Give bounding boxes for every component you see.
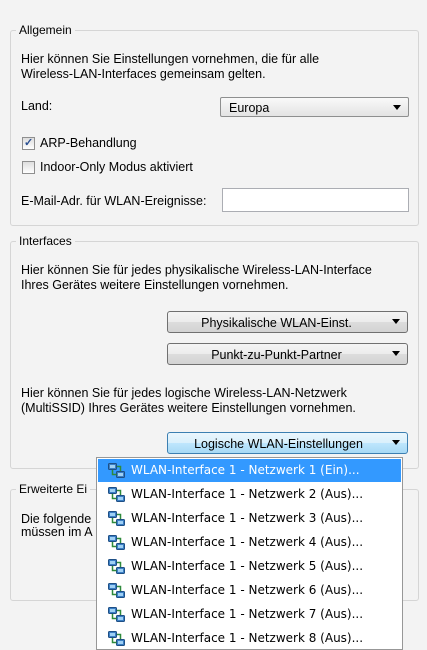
network-icon [108,535,125,550]
general-legend: Allgemein [16,23,75,37]
email-input[interactable] [222,188,409,212]
dropdown-item-label: WLAN-Interface 1 - Netzwerk 3 (Aus)... [131,511,364,525]
arp-label[interactable]: ARP-Behandlung [40,136,137,151]
dropdown-item-label: WLAN-Interface 1 - Netzwerk 6 (Aus)... [131,583,364,597]
physical-description-line2: Ihres Gerätes weitere Einstellungen vorn… [21,278,289,292]
dropdown-item-label: WLAN-Interface 1 - Netzwerk 8 (Aus)... [131,631,364,645]
checkmark-icon: ✓ [24,137,34,149]
chevron-down-icon [392,319,400,324]
dropdown-item[interactable]: WLAN-Interface 1 - Netzwerk 4 (Aus)... [98,531,401,554]
network-icon [108,607,125,622]
arp-checkbox[interactable]: ✓ [22,137,35,150]
logical-wlan-settings-button[interactable]: Logische WLAN-Einstellungen [167,432,408,454]
indoor-label[interactable]: Indoor-Only Modus aktiviert [40,160,193,175]
dropdown-item[interactable]: WLAN-Interface 1 - Netzwerk 6 (Aus)... [98,579,401,602]
network-icon [108,463,125,478]
dropdown-item-label: WLAN-Interface 1 - Netzwerk 2 (Aus)... [131,487,364,501]
general-group: Allgemein Hier können Sie Einstellungen … [10,23,419,226]
chevron-down-icon [393,105,401,110]
general-description-line2: Wireless-LAN-Interfaces gemeinsam gelten… [21,67,266,81]
physical-description-line1: Hier können Sie für jedes physikalische … [21,263,372,277]
logical-description-line1: Hier können Sie für jedes logische Wirel… [21,386,347,400]
country-select[interactable]: Europa [220,97,409,117]
email-label: E-Mail-Adr. für WLAN-Ereignisse: [21,194,207,208]
dropdown-item-label: WLAN-Interface 1 - Netzwerk 5 (Aus)... [131,559,364,573]
dropdown-item-label: WLAN-Interface 1 - Netzwerk 4 (Aus)... [131,535,364,549]
logical-networks-dropdown: WLAN-Interface 1 - Netzwerk 1 (Ein)... WL… [96,457,403,650]
dropdown-item[interactable]: WLAN-Interface 1 - Netzwerk 7 (Aus)... [98,603,401,626]
general-description-line1: Hier können Sie Einstellungen vornehmen,… [21,52,320,66]
indoor-checkbox[interactable] [22,161,35,174]
country-label: Land: [21,99,53,113]
advanced-description-line2: müssen im A [21,525,93,539]
logical-wlan-settings-label: Logische WLAN-Einstellungen [194,437,363,451]
dropdown-item[interactable]: WLAN-Interface 1 - Netzwerk 5 (Aus)... [98,555,401,578]
network-icon [108,487,125,502]
physical-wlan-settings-label: Physikalische WLAN-Einst. [201,316,352,330]
advanced-legend: Erweiterte Ei [16,482,91,496]
physical-wlan-settings-button[interactable]: Physikalische WLAN-Einst. [167,311,408,333]
interfaces-legend: Interfaces [16,234,75,248]
dropdown-item-label: WLAN-Interface 1 - Netzwerk 1 (Ein)... [131,463,360,477]
dropdown-item[interactable]: WLAN-Interface 1 - Netzwerk 3 (Aus)... [98,507,401,530]
network-icon [108,559,125,574]
country-value: Europa [229,101,270,115]
p2p-partner-button[interactable]: Punkt-zu-Punkt-Partner [167,343,408,365]
logical-description-line2: (MultiSSID) Ihres Gerätes weitere Einste… [21,401,356,415]
network-icon [108,511,125,526]
p2p-partner-label: Punkt-zu-Punkt-Partner [211,348,342,362]
interfaces-group: Interfaces Hier können Sie für jedes phy… [10,234,419,469]
dropdown-item-label: WLAN-Interface 1 - Netzwerk 7 (Aus)... [131,607,364,621]
chevron-down-icon [392,440,400,445]
dropdown-item[interactable]: WLAN-Interface 1 - Netzwerk 1 (Ein)... [98,459,401,482]
network-icon [108,631,125,646]
chevron-down-icon [392,351,400,356]
network-icon [108,583,125,598]
dropdown-item[interactable]: WLAN-Interface 1 - Netzwerk 2 (Aus)... [98,483,401,506]
dropdown-item[interactable]: WLAN-Interface 1 - Netzwerk 8 (Aus)... [98,627,401,650]
